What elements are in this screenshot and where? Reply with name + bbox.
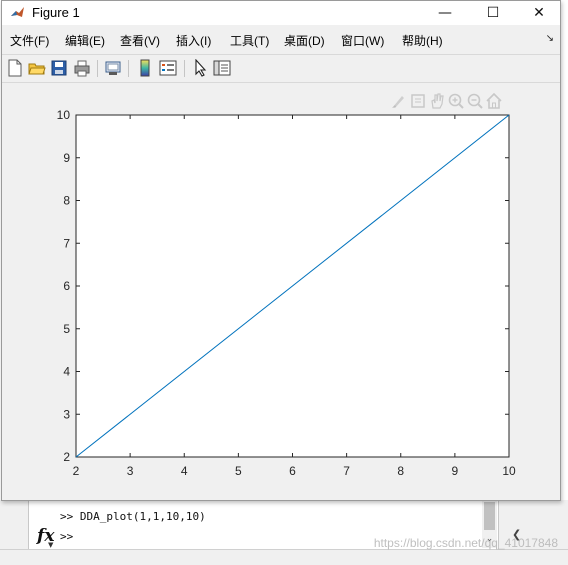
x-tick-label: 8 xyxy=(397,464,404,478)
x-tick-label: 5 xyxy=(235,464,242,478)
x-tick-label: 4 xyxy=(181,464,188,478)
y-tick-label: 4 xyxy=(63,365,70,379)
x-tick-label: 2 xyxy=(73,464,80,478)
fx-chevron-down-icon[interactable]: ▼ xyxy=(48,541,53,549)
command-window-left-strip xyxy=(0,500,29,550)
y-tick-label: 3 xyxy=(63,407,70,421)
x-tick-label: 9 xyxy=(452,464,459,478)
y-tick-label: 9 xyxy=(63,151,70,165)
y-tick-label: 10 xyxy=(57,108,71,122)
command-scrollbar-thumb[interactable] xyxy=(484,502,495,530)
y-tick-label: 6 xyxy=(63,279,70,293)
y-tick-label: 7 xyxy=(63,236,70,250)
x-tick-label: 7 xyxy=(343,464,350,478)
y-tick-label: 2 xyxy=(63,450,70,464)
watermark-text: https://blog.csdn.net/qq_41017848 xyxy=(373,536,558,550)
figure-window: Figure 1 — ☐ ✕ 文件(F) 编辑(E) 查看(V) 插入(I) 工… xyxy=(1,0,561,501)
command-history-line: >> DDA_plot(1,1,10,10) xyxy=(60,510,206,523)
x-tick-label: 10 xyxy=(502,464,516,478)
command-prompt[interactable]: >> xyxy=(60,530,73,543)
x-tick-label: 3 xyxy=(127,464,134,478)
x-tick-label: 6 xyxy=(289,464,296,478)
y-tick-label: 8 xyxy=(63,194,70,208)
y-tick-label: 5 xyxy=(63,322,70,336)
status-bar xyxy=(0,549,568,565)
plot-axes[interactable]: 2 3 4 5 6 7 8 9 10 2 3 4 5 6 7 8 9 10 xyxy=(2,1,560,500)
